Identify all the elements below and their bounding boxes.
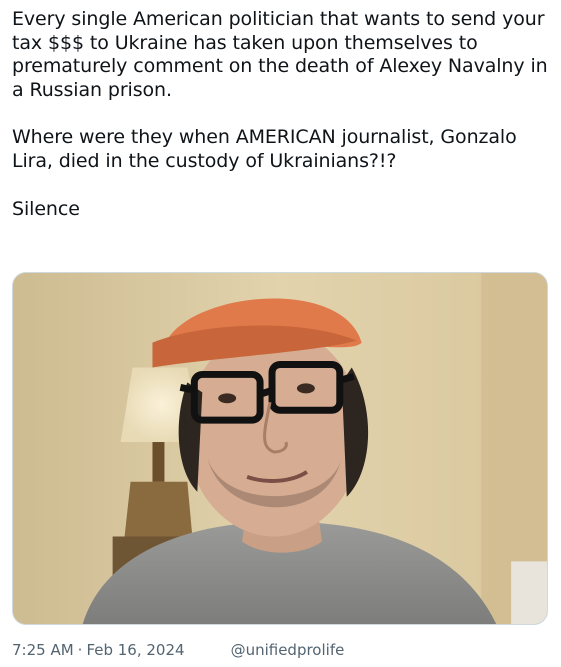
tweet: Every single American politician that wa… [0, 0, 561, 667]
author-handle[interactable]: @unifiedprolife [231, 641, 345, 659]
video-still-image [13, 273, 547, 624]
tweet-paragraph-3: Silence [12, 197, 80, 220]
tweet-media-image[interactable] [12, 272, 548, 625]
tweet-time[interactable]: 7:25 AM [12, 641, 74, 659]
tweet-date[interactable]: Feb 16, 2024 [86, 641, 184, 659]
meta-separator: · [77, 641, 83, 659]
tweet-paragraph-2: Where were they when AMERICAN journalist… [12, 126, 517, 172]
tweet-meta: 7:25 AM · Feb 16, 2024 @unifiedprolife [12, 640, 344, 660]
tweet-paragraph-1: Every single American politician that wa… [12, 8, 548, 101]
tweet-text: Every single American politician that wa… [12, 8, 552, 221]
